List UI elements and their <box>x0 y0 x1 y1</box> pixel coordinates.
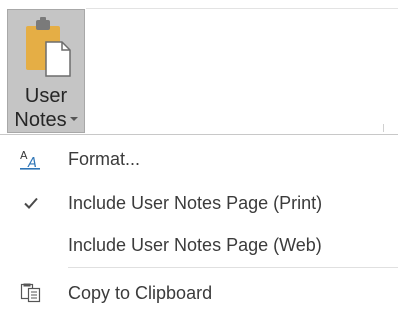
dropdown-arrow-icon <box>69 116 78 121</box>
svg-text:A: A <box>27 156 37 170</box>
clipboard-page-icon <box>26 17 71 77</box>
user-notes-label-text: Notes <box>14 109 67 131</box>
menu-item-label: Copy to Clipboard <box>68 283 213 303</box>
svg-text:A: A <box>20 149 28 162</box>
menu-item-label: Include User Notes Page (Print) <box>68 193 323 213</box>
ribbon: User Notes <box>0 0 398 134</box>
checkmark-icon <box>18 192 44 214</box>
menu-item-copy-to-clipboard[interactable]: Copy to Clipboard <box>0 273 398 313</box>
text-format-icon: A A <box>18 148 44 170</box>
menu-item-label: Format... <box>68 149 141 169</box>
ribbon-top-divider <box>86 8 398 9</box>
app-window: User Notes A A Format... Include User No… <box>0 0 398 313</box>
user-notes-dropdown-menu: A A Format... Include User Notes Page (P… <box>0 134 398 313</box>
menu-item-include-print[interactable]: Include User Notes Page (Print) <box>0 183 398 223</box>
ribbon-group-separator <box>383 124 384 132</box>
menu-separator <box>68 267 398 268</box>
menu-item-label: Include User Notes Page (Web) <box>68 235 322 255</box>
copy-clipboard-icon <box>18 282 44 304</box>
menu-item-format[interactable]: A A Format... <box>0 139 398 179</box>
user-notes-label-line1: User <box>24 85 68 107</box>
user-notes-label-line2: Notes <box>8 108 84 132</box>
menu-item-include-web[interactable]: Include User Notes Page (Web) <box>0 225 398 265</box>
user-notes-button[interactable]: User Notes <box>7 9 85 133</box>
